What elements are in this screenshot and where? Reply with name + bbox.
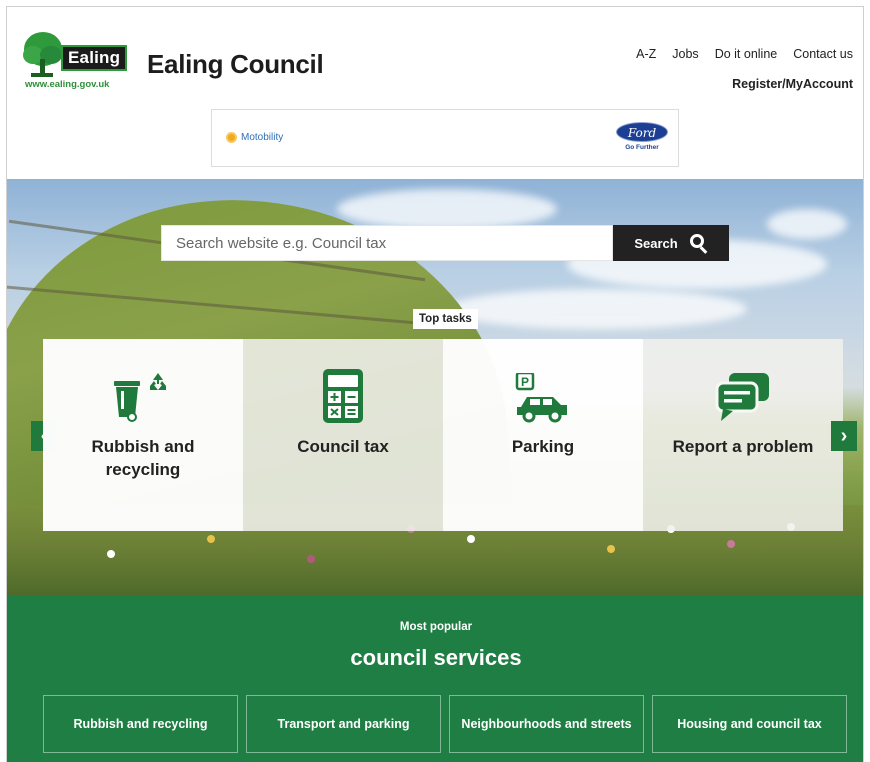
- popular-kicker: Most popular: [399, 621, 473, 633]
- carousel-next-button[interactable]: ›: [831, 421, 857, 451]
- bin-recycle-icon: [110, 369, 176, 423]
- cloud: [447, 289, 747, 329]
- task-council-tax[interactable]: Council tax: [243, 339, 443, 531]
- nav-do-it-online[interactable]: Do it online: [715, 47, 778, 61]
- speech-bubbles-icon: [715, 369, 771, 423]
- search-button[interactable]: Search: [613, 225, 729, 261]
- service-transport-parking-button[interactable]: Transport and parking: [246, 695, 441, 753]
- task-label: Parking: [511, 437, 575, 456]
- register-myaccount-link[interactable]: Register/MyAccount: [732, 77, 853, 91]
- popular-services-section: Most popular council services Rubbish an…: [7, 595, 863, 762]
- logo-url: www.ealing.gov.uk: [25, 79, 110, 90]
- search-button-label: Search: [634, 235, 678, 251]
- task-label: Report a problem: [672, 437, 814, 456]
- flower: [207, 535, 215, 543]
- service-neighbourhoods-streets-button[interactable]: Neighbourhoods and streets: [449, 695, 644, 753]
- nav-contact-us[interactable]: Contact us: [793, 47, 853, 61]
- ad-ford: Ford Go Further: [616, 122, 668, 151]
- svg-text:P: P: [521, 375, 529, 389]
- motobility-logo-icon: [226, 132, 237, 143]
- top-tasks-label: Top tasks: [413, 309, 478, 329]
- nav-jobs[interactable]: Jobs: [672, 47, 698, 61]
- flower: [727, 540, 735, 548]
- calculator-icon: [321, 369, 365, 423]
- site-title[interactable]: Ealing Council: [147, 49, 324, 80]
- task-label: Rubbish and recycling: [91, 437, 195, 479]
- flower: [467, 535, 475, 543]
- top-nav: A-Z Jobs Do it online Contact us: [636, 47, 853, 61]
- top-tasks-carousel: Rubbish and recycling Council tax P Park…: [43, 339, 843, 531]
- ad-motobility: Motobility: [226, 132, 283, 143]
- task-label: Council tax: [297, 437, 389, 456]
- advert-banner[interactable]: Motobility Ford Go Further: [211, 109, 679, 167]
- ealing-logo[interactable]: Ealing www.ealing.gov.uk: [21, 29, 129, 95]
- ford-tagline: Go Further: [625, 144, 659, 151]
- hero-banner: Search website e.g. Council tax Search T…: [7, 179, 863, 595]
- search-icon: [689, 234, 708, 254]
- ford-logo: Ford: [616, 122, 668, 142]
- ad-motobility-text: Motobility: [241, 132, 284, 143]
- service-rubbish-recycling-button[interactable]: Rubbish and recycling: [43, 695, 238, 753]
- search-input[interactable]: Search website e.g. Council tax: [161, 225, 613, 261]
- flower: [107, 550, 115, 558]
- task-report-problem[interactable]: Report a problem: [643, 339, 843, 531]
- logo-wordmark: Ealing: [61, 45, 128, 71]
- nav-a-z[interactable]: A-Z: [636, 47, 656, 61]
- flower: [607, 545, 615, 553]
- cloud: [337, 189, 557, 229]
- flower: [307, 555, 315, 563]
- cloud: [767, 209, 847, 239]
- task-parking[interactable]: P Parking: [443, 339, 643, 531]
- popular-title: council services: [350, 645, 522, 670]
- car-parking-icon: P: [515, 369, 571, 423]
- service-buttons: Rubbish and recycling Transport and park…: [43, 695, 847, 753]
- service-housing-council-tax-button[interactable]: Housing and council tax: [652, 695, 847, 753]
- page-frame: Ealing www.ealing.gov.uk Ealing Council …: [6, 6, 864, 762]
- task-rubbish-recycling[interactable]: Rubbish and recycling: [43, 339, 243, 531]
